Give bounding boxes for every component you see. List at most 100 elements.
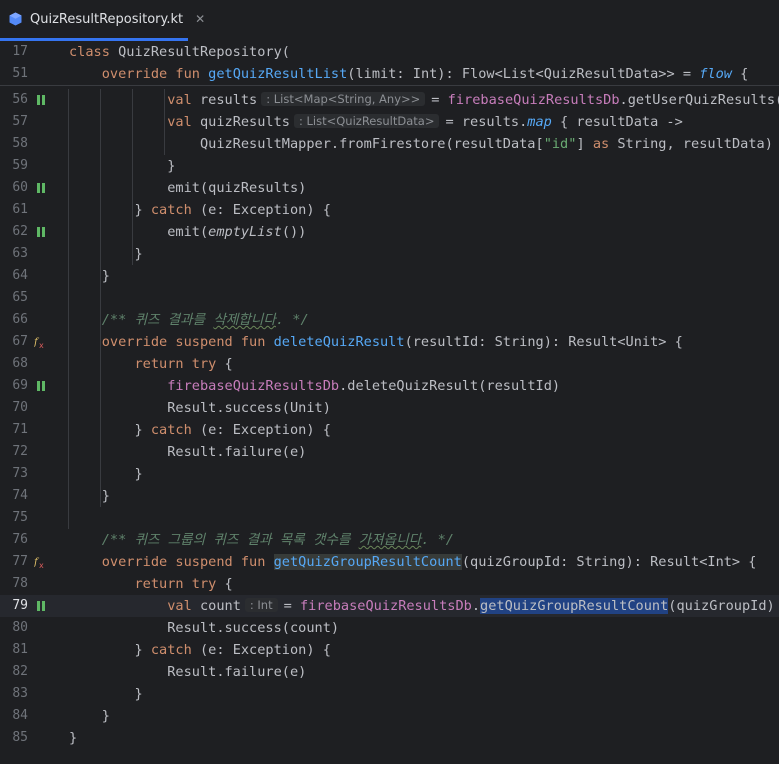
inlay-type-hint[interactable]: : Int [244,598,278,612]
tab-quiz-result-repository[interactable]: QuizResultRepository.kt ✕ [0,0,205,41]
code-line[interactable]: 76 /** 퀴즈 그룹의 퀴즈 결과 목록 갯수를 가져옵니다. */ [0,529,779,551]
code-line[interactable]: 63 } [0,243,779,265]
line-number[interactable]: 82 [0,661,28,683]
override-function-icon[interactable]: fx [34,551,48,573]
line-number[interactable]: 17 [0,41,28,63]
code-line[interactable]: 83 } [0,683,779,705]
line-number[interactable]: 75 [0,507,28,529]
inlay-type-hint[interactable]: : List<Map<String, Any>> [261,92,426,106]
line-number[interactable]: 74 [0,485,28,507]
code-token: emit(quizResults) [69,180,307,196]
code-text: QuizResultMapper.fromFirestore(resultDat… [69,133,773,155]
code-token: class [69,44,119,60]
line-number[interactable]: 76 [0,529,28,551]
code-line[interactable]: 81 } catch (e: Exception) { [0,639,779,661]
suspend-call-icon[interactable] [34,221,48,243]
code-token: } [69,158,176,174]
line-number[interactable]: 79 [0,595,28,617]
editor-tab-bar: QuizResultRepository.kt ✕ [0,0,779,42]
line-number[interactable]: 59 [0,155,28,177]
code-line[interactable]: 69 firebaseQuizResultsDb.deleteQuizResul… [0,375,779,397]
code-line[interactable]: 78 return try { [0,573,779,595]
line-number[interactable]: 83 [0,683,28,705]
code-text: } [69,265,110,287]
line-number[interactable]: 67 [0,331,28,353]
code-line[interactable]: 74 } [0,485,779,507]
code-token: (e: Exception) { [199,642,331,658]
line-number[interactable]: 65 [0,287,28,309]
code-line[interactable]: 85} [0,727,779,749]
line-number[interactable]: 78 [0,573,28,595]
code-line[interactable]: 56 val results: List<Map<String, Any>> = … [0,89,779,111]
code-line[interactable]: 67 f x override suspend fun deleteQuizResu… [0,331,779,353]
code-line[interactable]: 79 val count: Int = firebaseQuizResultsDb… [0,595,779,617]
line-number[interactable]: 80 [0,617,28,639]
code-text: class QuizResultRepository( [69,41,290,63]
code-line[interactable]: 75 [0,507,779,529]
code-token: getQuizGroupResultCount [273,554,462,570]
line-number[interactable]: 64 [0,265,28,287]
code-editor[interactable]: 56 val results: List<Map<String, Any>> = … [0,89,779,764]
code-line[interactable]: 17 class QuizResultRepository( [0,41,779,63]
line-number[interactable]: 51 [0,63,28,85]
close-icon[interactable]: ✕ [195,12,205,26]
code-text: } catch (e: Exception) { [69,419,330,441]
code-line[interactable]: 77 f x override suspend fun getQuizGroupRe… [0,551,779,573]
line-number[interactable]: 61 [0,199,28,221]
code-line[interactable]: 72 Result.failure(e) [0,441,779,463]
code-token: /** 퀴즈 그룹의 퀴즈 결과 목록 갯수를 [69,532,359,548]
code-line[interactable]: 58 QuizResultMapper.fromFirestore(result… [0,133,779,155]
code-line[interactable]: 84 } [0,705,779,727]
code-token: = results. [445,114,528,130]
line-number[interactable]: 68 [0,353,28,375]
code-line[interactable]: 51 override fun getQuizResultList(limit:… [0,63,779,85]
line-number[interactable]: 73 [0,463,28,485]
code-line[interactable]: 59 } [0,155,779,177]
line-number[interactable]: 63 [0,243,28,265]
code-text: override fun getQuizResultList(limit: In… [69,63,749,85]
override-function-icon[interactable]: fx [34,331,48,353]
code-line[interactable]: 61 } catch (e: Exception) { [0,199,779,221]
line-number[interactable]: 84 [0,705,28,727]
line-number[interactable]: 66 [0,309,28,331]
code-line[interactable]: 57 val quizResults: List<QuizResultData>… [0,111,779,133]
suspend-call-icon[interactable] [34,375,48,397]
code-token: } [69,642,151,658]
inlay-type-hint[interactable]: : List<QuizResultData> [293,114,440,128]
code-line[interactable]: 64 } [0,265,779,287]
line-number[interactable]: 72 [0,441,28,463]
code-line[interactable]: 80 Result.success(count) [0,617,779,639]
code-line[interactable]: 68 return try { [0,353,779,375]
code-token: } [69,708,110,724]
line-number[interactable]: 56 [0,89,28,111]
line-number[interactable]: 70 [0,397,28,419]
line-number[interactable]: 77 [0,551,28,573]
line-number[interactable]: 57 [0,111,28,133]
code-text: val quizResults: List<QuizResultData> = r… [69,111,683,133]
line-number[interactable]: 62 [0,221,28,243]
line-number[interactable]: 60 [0,177,28,199]
code-line[interactable]: 73 } [0,463,779,485]
line-number[interactable]: 58 [0,133,28,155]
line-number[interactable]: 71 [0,419,28,441]
code-text: } [69,463,142,485]
code-line[interactable]: 60 emit(quizResults) [0,177,779,199]
code-line[interactable]: 71 } catch (e: Exception) { [0,419,779,441]
code-token: { [224,576,233,592]
code-token: return try [69,576,225,592]
code-line[interactable]: 70 Result.success(Unit) [0,397,779,419]
suspend-call-icon[interactable] [34,89,48,111]
code-line[interactable]: 65 [0,287,779,309]
code-line[interactable]: 66 /** 퀴즈 결과를 삭제합니다. */ [0,309,779,331]
code-line[interactable]: 62 emit(emptyList()) [0,221,779,243]
line-number[interactable]: 81 [0,639,28,661]
kotlin-file-icon [9,11,22,27]
code-text: /** 퀴즈 결과를 삭제합니다. */ [69,309,309,331]
suspend-call-icon[interactable] [34,595,48,617]
line-number[interactable]: 85 [0,727,28,749]
code-text: } [69,705,110,727]
line-number[interactable]: 69 [0,375,28,397]
suspend-call-icon[interactable] [34,177,48,199]
code-token: QuizResultRepository( [118,44,290,60]
code-line[interactable]: 82 Result.failure(e) [0,661,779,683]
